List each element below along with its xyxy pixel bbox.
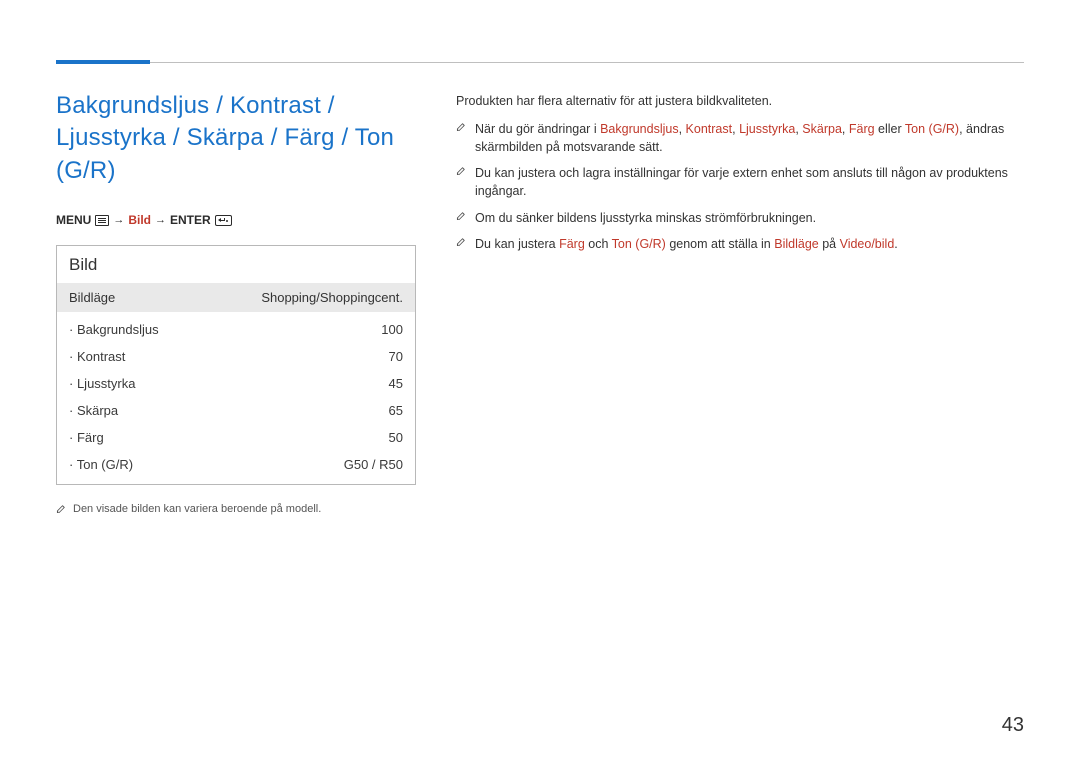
arrow-icon: → (113, 214, 124, 226)
mode-label: Bildläge (69, 290, 115, 305)
accent-bar (56, 60, 150, 64)
panel-mode-row: Bildläge Shopping/Shoppingcent. (57, 283, 415, 312)
row-label: Ton (G/R) (69, 457, 133, 472)
note-text: Om du sänker bildens ljusstyrka minskas … (475, 209, 816, 227)
breadcrumb-menu: MENU (56, 213, 91, 227)
row-label: Bakgrundsljus (69, 322, 159, 337)
row-value: 70 (389, 349, 403, 364)
pencil-icon (456, 210, 467, 221)
footnote: Den visade bilden kan variera beroende p… (56, 503, 416, 515)
note: Du kan justera och lagra inställningar f… (456, 164, 1024, 200)
pencil-icon (456, 121, 467, 132)
footnote-text: Den visade bilden kan variera beroende p… (73, 503, 321, 515)
arrow-icon: → (155, 214, 166, 226)
right-column: Produkten har flera alternativ för att j… (456, 90, 1024, 515)
panel-row: Färg 50 (57, 424, 415, 451)
left-column: Bakgrundsljus / Kontrast / Ljusstyrka / … (56, 90, 416, 515)
row-value: 65 (389, 403, 403, 418)
page-title: Bakgrundsljus / Kontrast / Ljusstyrka / … (56, 90, 416, 187)
note-list: När du gör ändringar i Bakgrundsljus, Ko… (456, 120, 1024, 253)
pencil-icon (56, 503, 67, 514)
mode-value: Shopping/Shoppingcent. (261, 290, 403, 305)
enter-icon (215, 215, 232, 226)
panel-row: Kontrast 70 (57, 343, 415, 370)
panel-row: Bakgrundsljus 100 (57, 316, 415, 343)
row-label: Ljusstyrka (69, 376, 135, 391)
pencil-icon (456, 165, 467, 176)
breadcrumb-enter: ENTER (170, 213, 211, 227)
row-label: Färg (69, 430, 104, 445)
row-value: 100 (381, 322, 403, 337)
breadcrumb-bild: Bild (128, 213, 151, 227)
note-text: Du kan justera Färg och Ton (G/R) genom … (475, 235, 898, 253)
note-text: När du gör ändringar i Bakgrundsljus, Ko… (475, 120, 1024, 156)
page: Bakgrundsljus / Kontrast / Ljusstyrka / … (0, 0, 1080, 763)
row-value: 50 (389, 430, 403, 445)
settings-panel: Bild Bildläge Shopping/Shoppingcent. Bak… (56, 245, 416, 485)
content: Bakgrundsljus / Kontrast / Ljusstyrka / … (56, 0, 1024, 515)
panel-row: Ljusstyrka 45 (57, 370, 415, 397)
menu-icon (95, 215, 109, 226)
panel-rows: Bakgrundsljus 100 Kontrast 70 Ljusstyrka 45… (57, 312, 415, 484)
top-rule (56, 62, 1024, 63)
title-line-1: Bakgrundsljus / Kontrast / (56, 92, 335, 119)
note: När du gör ändringar i Bakgrundsljus, Ko… (456, 120, 1024, 156)
note: Om du sänker bildens ljusstyrka minskas … (456, 209, 1024, 227)
row-label: Skärpa (69, 403, 118, 418)
row-value: G50 / R50 (344, 457, 403, 472)
page-number: 43 (1002, 714, 1024, 737)
row-value: 45 (389, 376, 403, 391)
title-line-2: Ljusstyrka / Skärpa / Färg / Ton (G/R) (56, 124, 394, 183)
pencil-icon (456, 236, 467, 247)
breadcrumb: MENU → Bild → ENTER (56, 213, 416, 227)
intro-text: Produkten har flera alternativ för att j… (456, 94, 1024, 108)
panel-row: Ton (G/R) G50 / R50 (57, 451, 415, 478)
panel-header: Bild (57, 246, 415, 283)
note-text: Du kan justera och lagra inställningar f… (475, 164, 1024, 200)
note: Du kan justera Färg och Ton (G/R) genom … (456, 235, 1024, 253)
panel-row: Skärpa 65 (57, 397, 415, 424)
row-label: Kontrast (69, 349, 125, 364)
